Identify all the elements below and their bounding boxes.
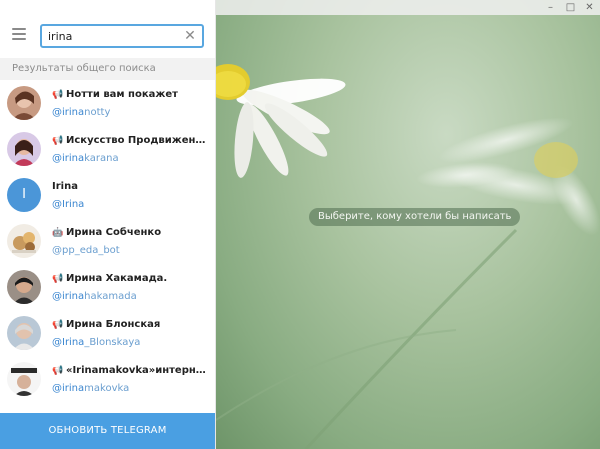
- list-item[interactable]: 📢 Ирина Хакамада. @irinahakamada: [0, 264, 215, 310]
- result-username: @pp_eda_bot: [52, 245, 120, 256]
- result-title: 📢 «Irinamakovka»интернет-...: [52, 365, 212, 379]
- avatar: [7, 362, 41, 396]
- search-results-list: 📢 Нотти вам покажет @irinanotty 📢 Искусств…: [0, 80, 215, 413]
- minimize-icon[interactable]: –: [544, 1, 557, 14]
- result-title: 📢 Искусство Продвижения I...: [52, 135, 212, 149]
- avatar: [7, 316, 41, 350]
- result-username: @Irina: [52, 199, 84, 210]
- list-item[interactable]: 📢 Нотти вам покажет @irinanotty: [0, 80, 215, 126]
- result-username: @irinamakovka: [52, 383, 129, 394]
- list-item[interactable]: 📢 «Irinamakovka»интернет-... @irinamakovk…: [0, 356, 215, 402]
- list-item[interactable]: 📢 Ирина Блонская @Irina_Blonskaya: [0, 310, 215, 356]
- avatar: [7, 86, 41, 120]
- avatar: I: [7, 178, 41, 212]
- search-input[interactable]: [48, 28, 178, 44]
- hamburger-menu-icon[interactable]: [12, 28, 28, 40]
- result-name: Ирина Блонская: [66, 319, 161, 330]
- empty-chat-hint: Выберите, кому хотели бы написать: [309, 208, 521, 226]
- result-title: Irina: [52, 181, 212, 195]
- list-item[interactable]: I Irina @Irina: [0, 172, 215, 218]
- close-icon[interactable]: ✕: [182, 28, 198, 44]
- result-name: Irina: [52, 181, 78, 192]
- left-panel: ✕ Результаты общего поиска 📢Нотти вам по…: [0, 0, 216, 449]
- window-titlebar: – □ ✕: [216, 0, 600, 15]
- megaphone-icon: 📢: [52, 366, 64, 376]
- chat-area: – □ ✕ Выберите, кому хотели бы написать: [216, 0, 600, 449]
- avatar: [7, 224, 41, 258]
- megaphone-icon: 📢: [52, 274, 64, 284]
- top-bar: ✕: [0, 0, 215, 58]
- result-name: Нотти вам покажет: [66, 89, 178, 100]
- result-title: 📢 Нотти вам покажет: [52, 89, 212, 103]
- result-username: @Irina_Blonskaya: [52, 337, 140, 348]
- close-window-icon[interactable]: ✕: [583, 1, 596, 14]
- result-name: Ирина Хакамада.: [66, 273, 168, 284]
- result-username: @irinahakamada: [52, 291, 137, 302]
- username-match: @irina: [52, 153, 85, 164]
- megaphone-icon: 📢: [52, 136, 64, 146]
- avatar: [7, 270, 41, 304]
- username-rest: makovka: [84, 383, 130, 394]
- result-title: 🤖 Ирина Собченко: [52, 227, 212, 241]
- bot-icon: 🤖: [52, 228, 64, 238]
- username-match: @irina: [52, 107, 85, 118]
- megaphone-icon: 📢: [52, 320, 64, 330]
- avatar: [7, 132, 41, 166]
- username-rest: @pp_eda_bot: [52, 245, 120, 256]
- update-telegram-button[interactable]: ОБНОВИТЬ TELEGRAM: [0, 413, 215, 449]
- megaphone-icon: 📢: [52, 90, 64, 100]
- username-rest: hakamada: [84, 291, 137, 302]
- list-item[interactable]: 📢 Искусство Продвижения I... @irinakarana: [0, 126, 215, 172]
- result-name: Искусство Продвижения I...: [66, 135, 212, 146]
- username-rest: _Blonskaya: [84, 337, 141, 348]
- result-name: Ирина Собченко: [66, 227, 162, 238]
- list-item[interactable]: 🤖 Ирина Собченко @pp_eda_bot: [0, 218, 215, 264]
- result-username: @irinanotty: [52, 107, 110, 118]
- username-match: @Irina: [52, 337, 85, 348]
- result-name: «Irinamakovka»интернет-...: [66, 365, 212, 376]
- username-rest: karana: [84, 153, 119, 164]
- maximize-icon[interactable]: □: [564, 1, 577, 14]
- username-match: @Irina: [52, 199, 85, 210]
- username-rest: notty: [84, 107, 111, 118]
- search-box[interactable]: ✕: [40, 24, 204, 48]
- username-match: @irina: [52, 291, 85, 302]
- result-title: 📢 Ирина Блонская: [52, 319, 212, 333]
- result-username: @irinakarana: [52, 153, 119, 164]
- username-match: @irina: [52, 383, 85, 394]
- section-label: Результаты общего поиска: [0, 58, 215, 80]
- result-title: 📢 Ирина Хакамада.: [52, 273, 212, 287]
